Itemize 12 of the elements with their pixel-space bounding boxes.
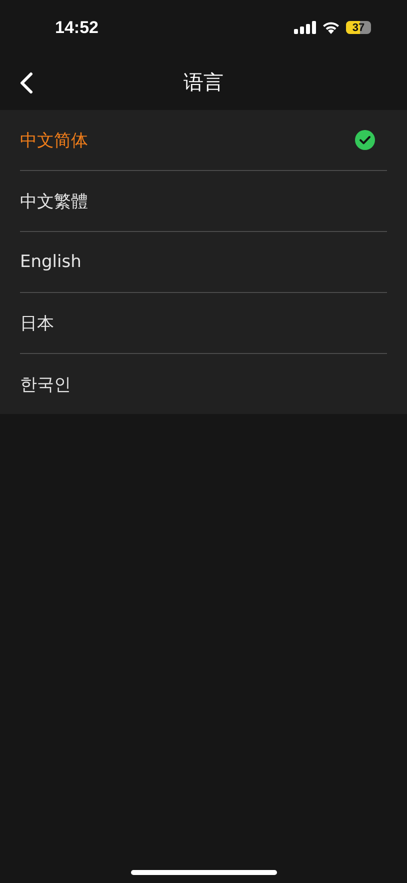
- language-option[interactable]: 中文简体: [20, 110, 387, 171]
- language-option[interactable]: 한국인: [20, 354, 387, 414]
- wifi-icon: [322, 21, 340, 34]
- language-option[interactable]: 日本: [20, 293, 387, 354]
- page-title: 语言: [184, 69, 224, 96]
- status-time: 14:52: [55, 18, 98, 38]
- language-option[interactable]: 中文繁體: [20, 171, 387, 232]
- battery-indicator: 37: [346, 21, 371, 34]
- signal-icon: [294, 21, 316, 34]
- language-option[interactable]: English: [20, 232, 387, 293]
- checkmark-icon: [355, 130, 375, 150]
- back-icon[interactable]: [20, 72, 33, 94]
